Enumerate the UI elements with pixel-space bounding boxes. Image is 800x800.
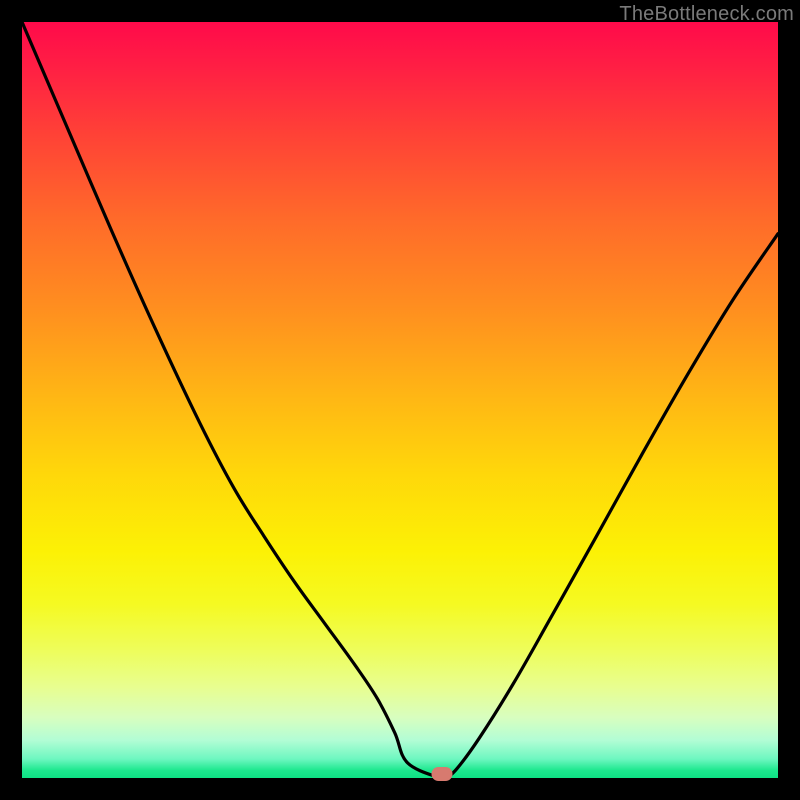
chart-frame [22,22,778,778]
minimum-marker [431,767,452,781]
watermark-text: TheBottleneck.com [619,3,794,26]
plot-area [22,22,778,778]
bottleneck-curve [22,22,778,778]
